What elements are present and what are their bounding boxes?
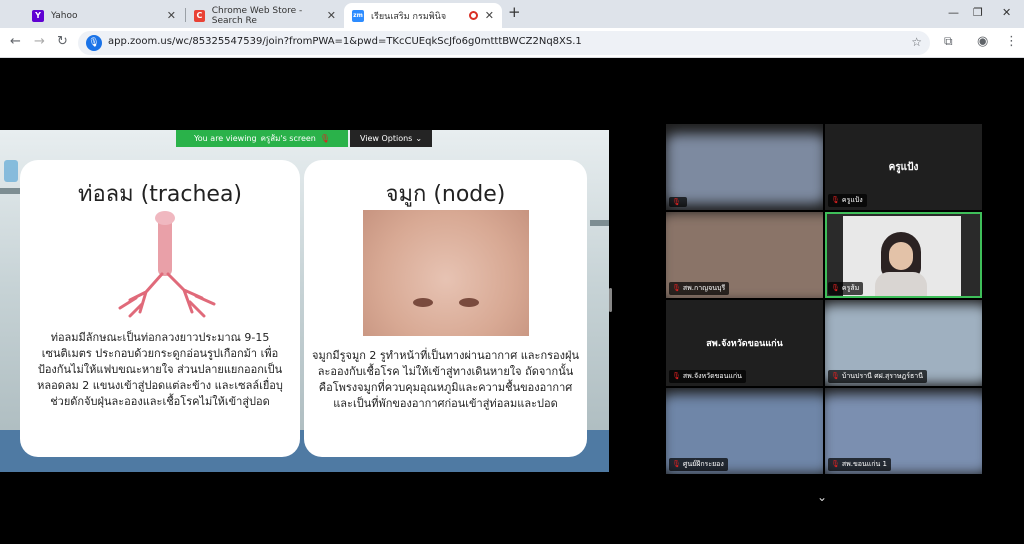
omnibox[interactable]: 🎙 app.zoom.us/wc/85325547539/join?fromPW… [78, 31, 930, 55]
browser-tab-bar: Y Yahoo ✕ C Chrome Web Store - Search Re… [0, 0, 1024, 28]
new-tab-button[interactable]: + [508, 3, 521, 21]
participant-tile[interactable]: สพ.จังหวัดขอนแก่น 🎙 สพ.จังหวัดขอนแก่น [666, 300, 823, 386]
gallery-next-page-chevron-icon[interactable]: ⌄ [817, 490, 827, 504]
participant-center-name: สพ.จังหวัดขอนแก่น [706, 339, 783, 349]
recording-icon [469, 11, 478, 20]
shelf [0, 188, 22, 194]
jar [4, 160, 18, 182]
chrome-web-store-favicon-icon: C [194, 9, 205, 22]
participant-name-tag: 🎙 บ้านปรานี ศฝ.สุราษฎร์ธานี [828, 370, 927, 383]
profile-icon[interactable]: ◉ [977, 34, 988, 49]
tab-title: Yahoo [51, 10, 78, 21]
participant-name-tag: 🎙 [669, 197, 687, 207]
zoom-favicon-icon: zm [352, 9, 364, 22]
nostril-right [459, 298, 479, 307]
person-body [875, 272, 927, 296]
participant-tile[interactable]: ครูแป้ง 🎙 ครูแป้ง [825, 124, 982, 210]
participant-tile-active-speaker[interactable]: 🎙 ครูส้ม [825, 212, 982, 298]
close-tab-icon[interactable]: ✕ [485, 9, 494, 22]
back-icon[interactable]: ← [10, 34, 21, 49]
participant-tile[interactable]: 🎙 สพ.ขอนแก่น 1 [825, 388, 982, 474]
card-title: จมูก (node) [385, 182, 506, 207]
mic-muted-icon: 🎙 [672, 372, 681, 380]
participant-name-tag: 🎙 สพ.กาญจนบุรี [669, 282, 730, 295]
tab-chrome-web-store[interactable]: C Chrome Web Store - Search Re ✕ [186, 3, 344, 28]
tab-title: เรียนเสริม กรมพินิจ [371, 11, 447, 22]
participant-tile[interactable]: 🎙 ศูนย์ฝึกระยอง [666, 388, 823, 474]
menu-icon[interactable]: ⋮ [1005, 34, 1018, 49]
participant-tile[interactable]: 🎙 [666, 124, 823, 210]
mic-muted-icon: 🎙 [672, 284, 681, 292]
mic-muted-icon: 🎙 [831, 460, 840, 468]
reload-icon[interactable]: ↻ [57, 34, 68, 49]
participant-name-tag: 🎙 ครูแป้ง [828, 194, 867, 207]
mic-muted-icon: 🎙 [672, 460, 681, 468]
participant-center-name: ครูแป้ง [888, 162, 919, 173]
tab-yahoo[interactable]: Y Yahoo ✕ [24, 3, 184, 28]
tab-title: Chrome Web Store - Search Re [211, 5, 303, 26]
participant-name-tag: 🎙 สพ.ขอนแก่น 1 [828, 458, 891, 471]
mic-muted-icon: 🎙 [831, 284, 840, 292]
mic-muted-icon: 🎙 [672, 198, 681, 206]
viewing-prefix: You are viewing [193, 134, 257, 143]
tab-zoom[interactable]: zm เรียนเสริม กรมพินิจ ✕ [344, 3, 502, 28]
participant-name-tag: 🎙 ศูนย์ฝึกระยอง [669, 458, 728, 471]
participant-name-tag: 🎙 สพ.จังหวัดขอนแก่น [669, 370, 746, 383]
close-tab-icon[interactable]: ✕ [167, 9, 176, 22]
close-tab-icon[interactable]: ✕ [327, 9, 336, 22]
shelf [590, 220, 609, 226]
minimize-icon[interactable]: — [948, 6, 959, 19]
forward-icon[interactable]: → [34, 34, 45, 49]
view-options-label: View Options [359, 134, 413, 143]
resize-handle[interactable] [609, 288, 612, 312]
nose-card: จมูก (node) จมูกมีรูจมูก 2 รูทำหน้าที่เป… [304, 160, 587, 457]
yahoo-favicon-icon: Y [32, 9, 44, 22]
chevron-down-icon: ⌄ [415, 134, 423, 143]
restore-icon[interactable]: ❐ [973, 6, 983, 19]
extensions-icon[interactable]: ⧉ [944, 34, 953, 49]
blurred-video [666, 134, 823, 204]
url-text[interactable]: app.zoom.us/wc/85325547539/join?fromPWA=… [108, 36, 582, 47]
shared-slide: ท่อลม (trachea) ท่อลมมีลักษณะเป็นท่อกลวง… [0, 130, 609, 472]
viewing-banner: You are viewing ครูส้ม's screen 🎙 [176, 130, 348, 147]
bookmark-star-icon[interactable]: ☆ [911, 35, 922, 49]
participant-name-tag: 🎙 ครูส้ม [828, 282, 864, 295]
mic-muted-icon: 🎙 [319, 134, 331, 143]
nostril-left [413, 298, 433, 307]
microphone-icon[interactable]: 🎙 [86, 35, 102, 51]
zoom-meeting: ท่อลม (trachea) ท่อลมมีลักษณะเป็นท่อกลวง… [0, 58, 1024, 544]
card-title: ท่อลม (trachea) [77, 182, 243, 207]
trachea-card: ท่อลม (trachea) ท่อลมมีลักษณะเป็นท่อกลวง… [20, 160, 300, 457]
trachea-illustration-icon [118, 211, 216, 318]
nose-photo [363, 210, 529, 336]
mic-muted-icon: 🎙 [831, 372, 840, 380]
card-body: ท่อลมมีลักษณะเป็นท่อกลวงยาวประมาณ 9-15 เ… [37, 331, 283, 408]
screen-share-area: ท่อลม (trachea) ท่อลมมีลักษณะเป็นท่อกลวง… [0, 58, 616, 544]
close-window-icon[interactable]: ✕ [1002, 6, 1011, 19]
participant-tile[interactable]: 🎙 สพ.กาญจนบุรี [666, 212, 823, 298]
view-options-button[interactable]: View Options ⌄ [350, 130, 432, 147]
person-face [889, 242, 913, 270]
card-body: จมูกมีรูจมูก 2 รูทำหน้าที่เป็นทางผ่านอาก… [312, 349, 579, 410]
address-bar-row: ← → ↻ 🎙 app.zoom.us/wc/85325547539/join?… [0, 28, 1024, 58]
viewing-name: ครูส้ม's screen [260, 134, 316, 143]
mic-muted-icon: 🎙 [831, 196, 840, 204]
participant-tile[interactable]: 🎙 บ้านปรานี ศฝ.สุราษฎร์ธานี [825, 300, 982, 386]
